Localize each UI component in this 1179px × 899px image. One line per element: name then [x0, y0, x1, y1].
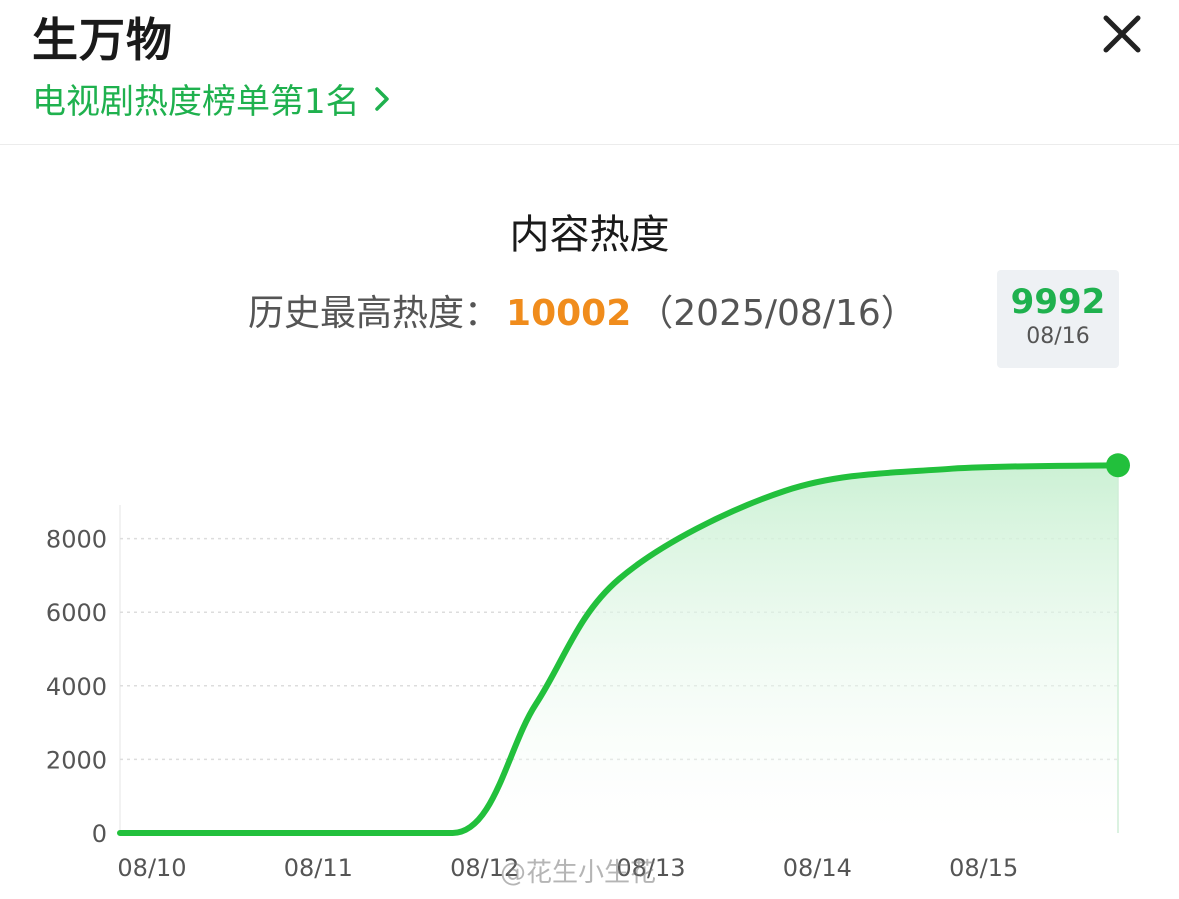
y-tick-label: 0 — [92, 820, 107, 848]
tooltip-date: 08/16 — [1026, 324, 1090, 349]
y-tick-label: 2000 — [46, 746, 107, 774]
x-tick-label: 08/10 — [117, 854, 186, 882]
highlight-point[interactable] — [1106, 453, 1130, 478]
hotness-chart[interactable]: 02000400060008000 08/10 08/11 08/12 08/13 08… — [0, 0, 1179, 899]
y-tick-label: 4000 — [46, 673, 107, 701]
y-tick-label: 8000 — [46, 526, 107, 554]
chart-tooltip: 9992 08/16 — [997, 270, 1119, 368]
y-tick-label: 6000 — [46, 599, 107, 627]
series-area — [120, 465, 1118, 833]
hotness-panel: 生万物 电视剧热度榜单第1名 内容热度 历史最高热度： 10002 （2025/08… — [0, 0, 1179, 899]
watermark: @花生小生花 — [500, 858, 657, 888]
x-tick-label: 08/15 — [949, 854, 1018, 882]
tooltip-value: 9992 — [1010, 282, 1106, 322]
x-tick-label: 08/14 — [783, 854, 852, 882]
x-tick-label: 08/11 — [284, 854, 353, 882]
